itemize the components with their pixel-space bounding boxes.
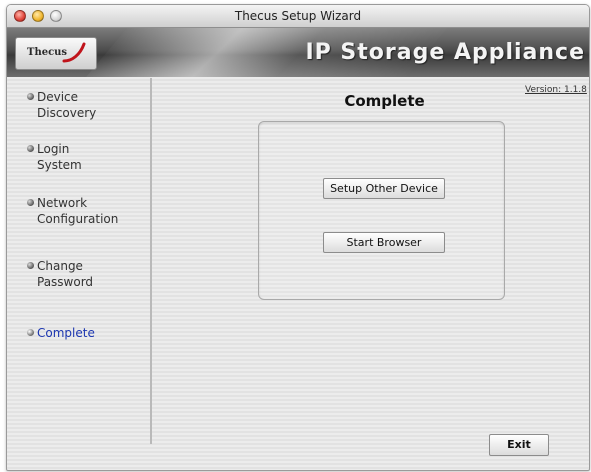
sidebar-item-label: Discovery — [37, 106, 97, 120]
page-title: Complete — [344, 92, 425, 110]
version-link[interactable]: Version: 1.1.8 — [525, 85, 587, 95]
sidebar-item-label: Network — [37, 196, 88, 210]
step-bullet-icon — [27, 93, 34, 100]
window-title: Thecus Setup Wizard — [234, 9, 362, 23]
wizard-steps-sidebar: Device Discovery Login System Network Co… — [7, 78, 152, 444]
step-bullet-icon — [27, 262, 34, 269]
sidebar-item-label: Login — [37, 142, 70, 156]
sidebar-item-label: Device — [37, 90, 79, 104]
sidebar-item-device-discovery[interactable]: Device Discovery — [27, 89, 149, 121]
sidebar-item-label: Configuration — [37, 212, 119, 226]
sidebar-item-label: Complete — [37, 326, 95, 340]
sidebar-item-label: System — [37, 158, 82, 172]
setup-other-device-button[interactable]: Setup Other Device — [323, 178, 445, 199]
header-banner: Thecus IP Storage Appliance — [7, 28, 589, 77]
sidebar-item-change-password[interactable]: Change Password — [27, 258, 149, 290]
title-bar[interactable]: Thecus Setup Wizard — [7, 5, 589, 28]
complete-actions-panel — [258, 121, 505, 300]
step-bullet-icon — [27, 199, 34, 206]
product-title: IP Storage Appliance — [305, 40, 585, 65]
thecus-logo: Thecus — [15, 37, 97, 70]
sidebar-item-login-system[interactable]: Login System — [27, 141, 149, 173]
sidebar-item-label: Password — [37, 275, 94, 289]
setup-wizard-window: Thecus Setup Wizard Thecus IP Storage Ap… — [6, 4, 590, 471]
step-bullet-icon — [27, 145, 34, 152]
sidebar-item-network-configuration[interactable]: Network Configuration — [27, 195, 149, 227]
step-bullet-icon — [27, 329, 34, 336]
start-browser-button[interactable]: Start Browser — [323, 232, 445, 253]
sidebar-item-complete[interactable]: Complete — [27, 325, 149, 341]
sidebar-item-label: Change — [37, 259, 83, 273]
logo-swoosh-icon — [62, 42, 86, 63]
exit-button[interactable]: Exit — [489, 434, 549, 456]
